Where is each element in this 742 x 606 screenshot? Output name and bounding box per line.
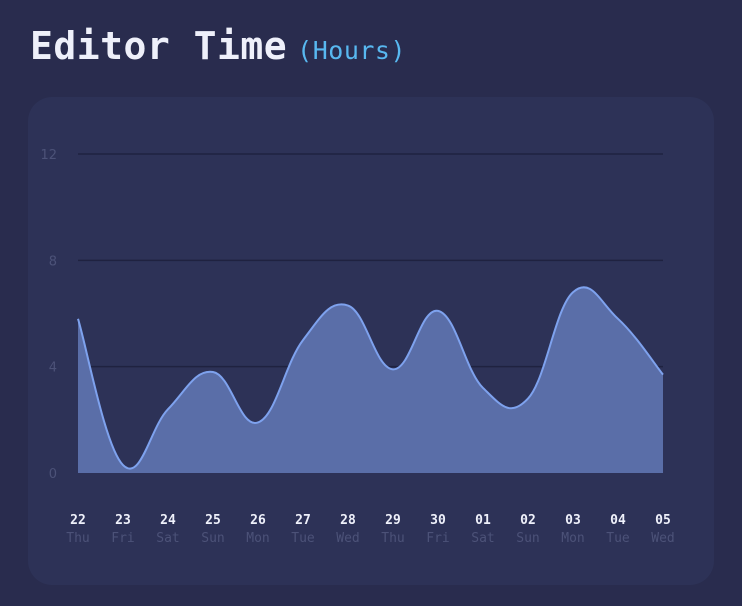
x-tick-day: 29 xyxy=(385,513,401,528)
x-tick-day: 24 xyxy=(160,513,176,528)
x-tick-day: 02 xyxy=(520,513,536,528)
area-chart: 04812 22Thu23Fri24Sat25Sun26Mon27Tue28We… xyxy=(40,148,674,546)
x-tick-weekday: Wed xyxy=(651,531,674,546)
x-tick-day: 22 xyxy=(70,513,86,528)
x-tick-weekday: Sat xyxy=(156,531,179,546)
x-tick-weekday: Mon xyxy=(561,531,584,546)
y-tick-label: 0 xyxy=(49,467,57,482)
x-tick-day: 28 xyxy=(340,513,356,528)
x-tick-weekday: Wed xyxy=(336,531,359,546)
x-tick-weekday: Sun xyxy=(201,531,224,546)
x-tick-day: 05 xyxy=(655,513,671,528)
x-tick-day: 23 xyxy=(115,513,131,528)
x-tick-weekday: Fri xyxy=(111,531,134,546)
y-tick-label: 12 xyxy=(40,148,57,163)
x-tick-day: 04 xyxy=(610,513,626,528)
area-fill xyxy=(78,287,663,473)
x-tick-weekday: Mon xyxy=(246,531,269,546)
x-axis-ticks: 22 Thu 23 Fri 24 Sat 25 Sun 26 Mon 27 Tue 28 Wed 29 Thu… xyxy=(66,513,674,546)
y-tick-label: 4 xyxy=(49,361,57,376)
x-tick-day: 26 xyxy=(250,513,266,528)
x-tick-weekday: Fri xyxy=(426,531,449,546)
x-tick-weekday: Thu xyxy=(381,531,404,546)
x-tick-weekday: Tue xyxy=(606,531,630,546)
x-tick-day: 30 xyxy=(430,513,446,528)
x-tick-day: 03 xyxy=(565,513,581,528)
x-tick-weekday: Tue xyxy=(291,531,315,546)
y-tick-label: 8 xyxy=(49,254,57,269)
x-tick-day: 01 xyxy=(475,513,491,528)
x-tick-weekday: Thu xyxy=(66,531,89,546)
x-tick-weekday: Sun xyxy=(516,531,539,546)
x-tick-weekday: Sat xyxy=(471,531,494,546)
x-tick-day: 27 xyxy=(295,513,311,528)
y-axis-ticks: 0 4 8 12 xyxy=(40,148,57,482)
x-tick-day: 25 xyxy=(205,513,221,528)
